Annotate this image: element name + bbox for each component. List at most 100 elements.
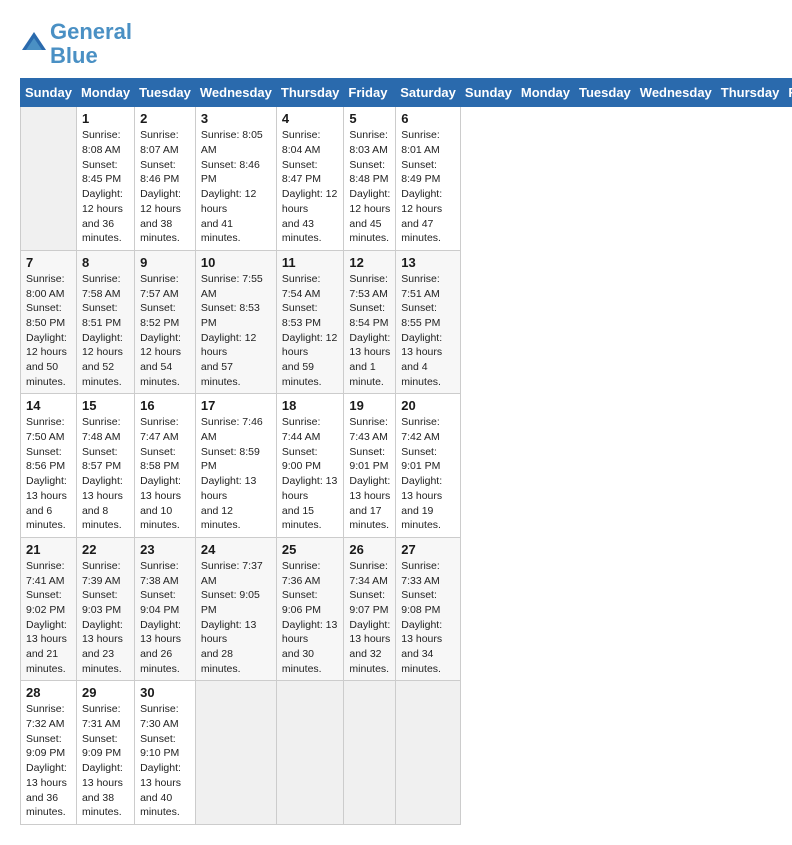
day-header-thursday: Thursday [276, 79, 344, 107]
day-number: 26 [349, 542, 390, 557]
day-number: 5 [349, 111, 390, 126]
calendar-cell: 28Sunrise: 7:32 AMSunset: 9:09 PMDayligh… [21, 681, 77, 825]
calendar-cell: 20 Sunrise: 7:42 AMSunset: 9:01 PMDayligh… [396, 394, 461, 538]
day-info: Sunrise: 7:48 AMSunset: 8:57 PMDaylight:… [82, 415, 129, 533]
calendar-cell: 2Sunrise: 8:07 AMSunset: 8:46 PMDaylight… [135, 107, 196, 251]
day-number: 16 [140, 398, 190, 413]
day-number: 9 [140, 255, 190, 270]
day-number: 20 [401, 398, 455, 413]
day-header-sunday: Sunday [460, 79, 516, 107]
calendar-cell: 16 Sunrise: 7:47 AMSunset: 8:58 PMDayligh… [135, 394, 196, 538]
calendar-cell: 7 Sunrise: 8:00 AMSunset: 8:50 PMDaylight… [21, 250, 77, 394]
day-header-tuesday: Tuesday [135, 79, 196, 107]
day-header-tuesday: Tuesday [575, 79, 636, 107]
day-info: Sunrise: 7:54 AMSunset: 8:53 PMDaylight:… [282, 272, 339, 390]
calendar-cell: 25Sunrise: 7:36 AMSunset: 9:06 PMDayligh… [276, 537, 344, 681]
day-number: 3 [201, 111, 271, 126]
day-info: Sunrise: 7:47 AMSunset: 8:58 PMDaylight:… [140, 415, 190, 533]
calendar-cell: 29 Sunrise: 7:31 AMSunset: 9:09 PMDayligh… [76, 681, 134, 825]
day-number: 27 [401, 542, 455, 557]
day-header-wednesday: Wednesday [635, 79, 716, 107]
calendar-cell: 10 Sunrise: 7:55 AMSunset: 8:53 PMDayligh… [195, 250, 276, 394]
day-info: Sunrise: 7:37 AMSunset: 9:05 PMDaylight:… [201, 559, 271, 677]
day-info: Sunrise: 7:46 AMSunset: 8:59 PMDaylight:… [201, 415, 271, 533]
day-header-sunday: Sunday [21, 79, 77, 107]
day-info: Sunrise: 7:44 AMSunset: 9:00 PMDaylight:… [282, 415, 339, 533]
day-number: 14 [26, 398, 71, 413]
day-number: 12 [349, 255, 390, 270]
calendar-week-row: 21 Sunrise: 7:41 AMSunset: 9:02 PMDayligh… [21, 537, 792, 681]
day-number: 15 [82, 398, 129, 413]
calendar-week-row: 14 Sunrise: 7:50 AMSunset: 8:56 PMDayligh… [21, 394, 792, 538]
calendar-cell: 13Sunrise: 7:51 AMSunset: 8:55 PMDayligh… [396, 250, 461, 394]
day-info: Sunrise: 8:00 AMSunset: 8:50 PMDaylight:… [26, 272, 71, 390]
day-info: Sunrise: 7:58 AMSunset: 8:51 PMDaylight:… [82, 272, 129, 390]
day-number: 19 [349, 398, 390, 413]
calendar-cell: 17Sunrise: 7:46 AMSunset: 8:59 PMDayligh… [195, 394, 276, 538]
calendar-cell: 6 Sunrise: 8:01 AMSunset: 8:49 PMDaylight… [396, 107, 461, 251]
day-number: 11 [282, 255, 339, 270]
day-header-monday: Monday [516, 79, 574, 107]
calendar-table: SundayMondayTuesdayWednesdayThursdayFrid… [20, 78, 792, 825]
calendar-cell: 5 Sunrise: 8:03 AMSunset: 8:48 PMDaylight… [344, 107, 396, 251]
day-number: 1 [82, 111, 129, 126]
day-number: 4 [282, 111, 339, 126]
day-number: 7 [26, 255, 71, 270]
day-number: 21 [26, 542, 71, 557]
day-header-thursday: Thursday [716, 79, 784, 107]
day-header-wednesday: Wednesday [195, 79, 276, 107]
day-header-friday: Friday [344, 79, 396, 107]
day-info: Sunrise: 7:31 AMSunset: 9:09 PMDaylight:… [82, 702, 129, 820]
day-header-friday: Friday [784, 79, 792, 107]
day-info: Sunrise: 8:03 AMSunset: 8:48 PMDaylight:… [349, 128, 390, 246]
day-info: Sunrise: 7:42 AMSunset: 9:01 PMDaylight:… [401, 415, 455, 533]
logo-icon [20, 30, 48, 58]
calendar-cell: 23 Sunrise: 7:38 AMSunset: 9:04 PMDayligh… [135, 537, 196, 681]
day-number: 13 [401, 255, 455, 270]
calendar-cell: 22 Sunrise: 7:39 AMSunset: 9:03 PMDayligh… [76, 537, 134, 681]
calendar-cell: 18 Sunrise: 7:44 AMSunset: 9:00 PMDayligh… [276, 394, 344, 538]
calendar-cell: 19Sunrise: 7:43 AMSunset: 9:01 PMDayligh… [344, 394, 396, 538]
calendar-cell [21, 107, 77, 251]
day-header-monday: Monday [76, 79, 134, 107]
day-info: Sunrise: 7:50 AMSunset: 8:56 PMDaylight:… [26, 415, 71, 533]
day-info: Sunrise: 7:33 AMSunset: 9:08 PMDaylight:… [401, 559, 455, 677]
day-number: 18 [282, 398, 339, 413]
day-info: Sunrise: 7:36 AMSunset: 9:06 PMDaylight:… [282, 559, 339, 677]
calendar-cell: 8Sunrise: 7:58 AMSunset: 8:51 PMDaylight… [76, 250, 134, 394]
calendar-cell: 9 Sunrise: 7:57 AMSunset: 8:52 PMDaylight… [135, 250, 196, 394]
day-number: 10 [201, 255, 271, 270]
calendar-week-row: 1Sunrise: 8:08 AMSunset: 8:45 PMDaylight… [21, 107, 792, 251]
day-number: 22 [82, 542, 129, 557]
calendar-cell: 4Sunrise: 8:04 AMSunset: 8:47 PMDaylight… [276, 107, 344, 251]
day-info: Sunrise: 7:34 AMSunset: 9:07 PMDaylight:… [349, 559, 390, 677]
calendar-cell [344, 681, 396, 825]
day-number: 30 [140, 685, 190, 700]
day-info: Sunrise: 7:55 AMSunset: 8:53 PMDaylight:… [201, 272, 271, 390]
calendar-week-row: 7 Sunrise: 8:00 AMSunset: 8:50 PMDaylight… [21, 250, 792, 394]
day-info: Sunrise: 7:38 AMSunset: 9:04 PMDaylight:… [140, 559, 190, 677]
day-info: Sunrise: 8:05 AMSunset: 8:46 PMDaylight:… [201, 128, 271, 246]
day-header-saturday: Saturday [396, 79, 461, 107]
page-header: General Blue [20, 20, 772, 68]
calendar-cell [195, 681, 276, 825]
day-number: 2 [140, 111, 190, 126]
calendar-cell: 14 Sunrise: 7:50 AMSunset: 8:56 PMDayligh… [21, 394, 77, 538]
day-info: Sunrise: 7:32 AMSunset: 9:09 PMDaylight:… [26, 702, 71, 820]
day-number: 23 [140, 542, 190, 557]
day-info: Sunrise: 7:41 AMSunset: 9:02 PMDaylight:… [26, 559, 71, 677]
day-info: Sunrise: 7:57 AMSunset: 8:52 PMDaylight:… [140, 272, 190, 390]
day-number: 6 [401, 111, 455, 126]
day-number: 24 [201, 542, 271, 557]
calendar-cell: 12Sunrise: 7:53 AMSunset: 8:54 PMDayligh… [344, 250, 396, 394]
day-info: Sunrise: 8:01 AMSunset: 8:49 PMDaylight:… [401, 128, 455, 246]
day-number: 29 [82, 685, 129, 700]
calendar-header-row: SundayMondayTuesdayWednesdayThursdayFrid… [21, 79, 792, 107]
logo: General Blue [20, 20, 132, 68]
day-info: Sunrise: 7:39 AMSunset: 9:03 PMDaylight:… [82, 559, 129, 677]
calendar-cell: 15 Sunrise: 7:48 AMSunset: 8:57 PMDayligh… [76, 394, 134, 538]
calendar-cell: 1Sunrise: 8:08 AMSunset: 8:45 PMDaylight… [76, 107, 134, 251]
calendar-cell [276, 681, 344, 825]
calendar-week-row: 28Sunrise: 7:32 AMSunset: 9:09 PMDayligh… [21, 681, 792, 825]
day-info: Sunrise: 7:30 AMSunset: 9:10 PMDaylight:… [140, 702, 190, 820]
